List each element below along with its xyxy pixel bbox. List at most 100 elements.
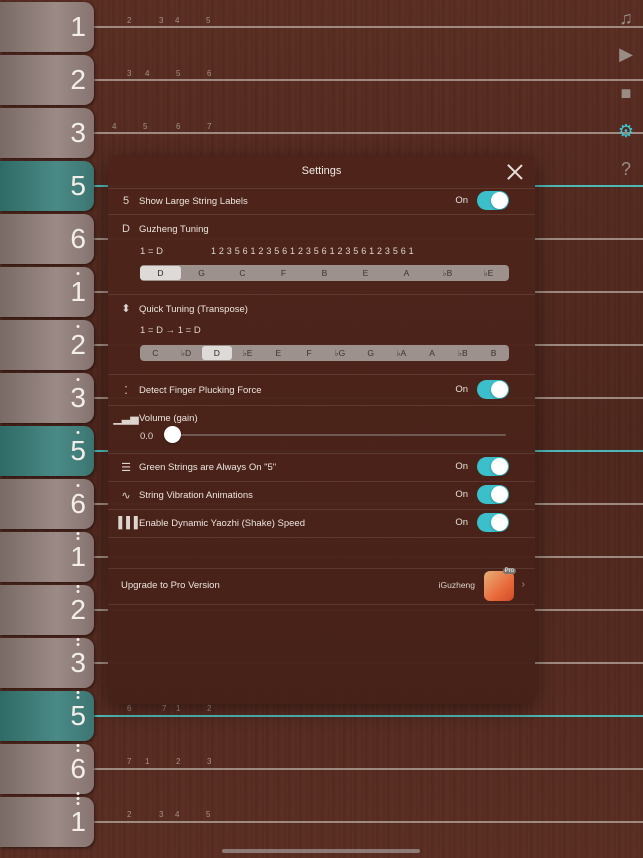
green-strings-toggle[interactable] (477, 457, 509, 476)
mini-note-label: 2 (127, 16, 132, 25)
string-key-label: 5 (70, 431, 86, 467)
segment-option[interactable]: E (345, 265, 386, 281)
stop-icon[interactable]: ■ (617, 83, 635, 103)
mini-note-label: 6 (207, 69, 212, 78)
string-key[interactable]: 5 (0, 691, 94, 741)
segment-option[interactable]: ♭E (468, 265, 509, 281)
string-key[interactable]: 1 (0, 532, 94, 582)
app-icon: Pro (484, 568, 516, 601)
home-indicator (222, 849, 420, 853)
segment-option[interactable]: A (386, 265, 427, 281)
row-spacer (108, 537, 535, 569)
vibration-toggle[interactable] (477, 485, 509, 504)
volume-slider-track[interactable] (171, 434, 506, 436)
segment-option[interactable]: F (263, 265, 304, 281)
segment-option[interactable]: F (294, 345, 325, 361)
quick-tuning-mapping: 1 = D → 1 = D (140, 325, 201, 336)
large-labels-label: Show Large String Labels (139, 196, 248, 207)
music-note-icon[interactable]: ♫ (617, 8, 635, 28)
segment-option[interactable]: C (140, 345, 171, 361)
string-key[interactable]: 5 (0, 161, 94, 211)
string-key[interactable]: 6 (0, 479, 94, 529)
mini-note-label: 7 (127, 757, 132, 766)
string-key[interactable]: 1 (0, 2, 94, 52)
string-key-label: 6 (70, 744, 86, 785)
segment-option[interactable]: A (417, 345, 448, 361)
tuning-icon: D (122, 223, 130, 235)
string-line[interactable] (0, 821, 643, 823)
string-key-label: 3 (70, 378, 86, 414)
tuning-label: Guzheng Tuning (139, 224, 209, 235)
segment-option[interactable]: D (140, 266, 181, 280)
string-key[interactable]: 3 (0, 638, 94, 688)
octave-dot (76, 792, 80, 795)
string-line[interactable] (0, 26, 643, 28)
string-key[interactable]: 2 (0, 55, 94, 105)
row-yaozhi: ▐▐▐ Enable Dynamic Yaozhi (Shake) Speed … (108, 509, 535, 538)
string-key-label: 1 (70, 11, 86, 42)
string-key-label: 6 (70, 223, 86, 254)
octave-dot (76, 749, 80, 752)
octave-dot (76, 325, 80, 328)
mini-note-label: 5 (143, 122, 148, 131)
yaozhi-state: On (455, 517, 468, 528)
octave-dot (76, 532, 80, 535)
settings-header: Settings (108, 156, 535, 189)
string-key[interactable]: 3 (0, 373, 94, 423)
close-button[interactable] (505, 162, 525, 182)
segment-option[interactable]: ♭A (386, 345, 417, 361)
string-line[interactable] (0, 79, 643, 81)
play-icon[interactable]: ▶ (617, 44, 635, 64)
tuning-segmented-control[interactable]: D G C F B E A ♭B ♭E (140, 265, 509, 281)
row-upgrade[interactable]: Upgrade to Pro Version iGuzheng Pro › (108, 568, 535, 605)
volume-slider-knob[interactable] (164, 426, 181, 443)
segment-option[interactable]: G (181, 265, 222, 281)
row-large-labels: 5 Show Large String Labels On (108, 188, 535, 215)
transpose-segmented-control[interactable]: C ♭D D ♭E E F ♭G G ♭A A ♭B B (140, 345, 509, 361)
transpose-icon: ⬍ (121, 302, 131, 315)
string-key[interactable]: 6 (0, 744, 94, 794)
settings-title: Settings (301, 165, 342, 177)
string-key[interactable]: 1 (0, 792, 94, 847)
segment-option[interactable]: B (304, 265, 345, 281)
row-finger-force: ⁚ Detect Finger Plucking Force On (108, 375, 535, 406)
string-key-label: 2 (70, 585, 86, 626)
segment-option[interactable]: B (478, 345, 509, 361)
mini-note-label: 4 (175, 810, 180, 819)
string-key-label: 6 (70, 484, 86, 520)
string-line[interactable] (0, 715, 643, 717)
string-key-label: 5 (70, 691, 86, 732)
finger-force-toggle[interactable] (477, 380, 509, 399)
segment-option[interactable]: ♭B (427, 265, 468, 281)
chevron-right-icon: › (521, 579, 525, 590)
octave-dot (76, 537, 80, 540)
string-key[interactable]: 2 (0, 320, 94, 370)
vibration-label: String Vibration Animations (139, 490, 253, 501)
segment-option[interactable]: ♭D (171, 345, 202, 361)
gear-icon[interactable]: ⚙ (617, 121, 635, 141)
string-line[interactable] (0, 768, 643, 770)
segment-option[interactable]: ♭G (325, 345, 356, 361)
mini-note-label: 7 (207, 122, 212, 131)
string-key[interactable]: 3 (0, 108, 94, 158)
string-key[interactable]: 6 (0, 214, 94, 264)
segment-option[interactable]: C (222, 265, 263, 281)
segment-option[interactable]: E (263, 345, 294, 361)
segment-option[interactable]: ♭E (232, 345, 263, 361)
finger-force-icon: ⁚ (124, 384, 128, 397)
segment-option[interactable]: D (201, 346, 233, 360)
string-key[interactable]: 5 (0, 426, 94, 476)
string-key[interactable]: 1 (0, 267, 94, 317)
help-icon[interactable]: ? (617, 159, 635, 179)
segment-option[interactable]: ♭B (448, 345, 479, 361)
mini-note-label: 5 (206, 810, 211, 819)
yaozhi-toggle[interactable] (477, 513, 509, 532)
tuning-key: 1 = D (140, 246, 163, 257)
volume-value: 0.0 (140, 431, 154, 442)
string-line[interactable] (0, 132, 643, 134)
large-labels-toggle[interactable] (477, 191, 509, 210)
large-label-icon: 5 (122, 195, 130, 207)
mini-note-label: 5 (176, 69, 181, 78)
segment-option[interactable]: G (355, 345, 386, 361)
string-key[interactable]: 2 (0, 585, 94, 635)
